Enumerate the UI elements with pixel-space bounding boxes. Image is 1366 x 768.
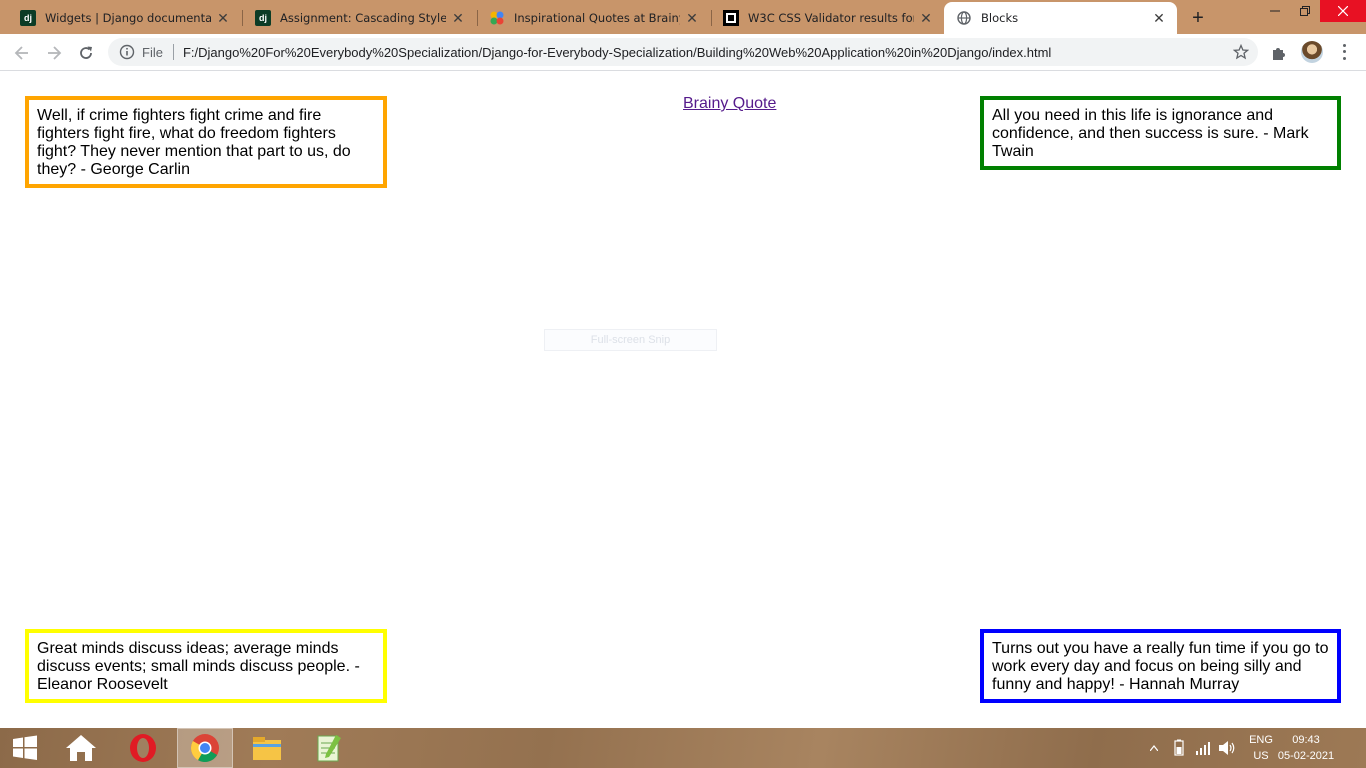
system-clock[interactable]: 09:43 05-02-2021 <box>1276 732 1336 764</box>
globe-icon <box>956 10 972 26</box>
tab-title: Inspirational Quotes at BrainyQuote <box>514 11 680 25</box>
close-icon[interactable]: ✕ <box>450 10 466 26</box>
bookmark-star-icon[interactable] <box>1232 43 1250 61</box>
tab-w3c-validator[interactable]: W3C CSS Validator results for blocks ✕ <box>711 2 944 34</box>
tab-blocks[interactable]: Blocks ✕ <box>944 2 1177 34</box>
w3c-icon <box>723 10 739 26</box>
snip-overlay-label: Full-screen Snip <box>544 329 717 351</box>
quote-block-bottom-right: Turns out you have a really fun time if … <box>980 629 1341 703</box>
region-code: US <box>1253 750 1269 762</box>
taskbar-home[interactable] <box>53 728 109 768</box>
forward-button[interactable] <box>41 40 67 66</box>
back-button[interactable] <box>9 40 35 66</box>
django-icon: dj <box>255 10 271 26</box>
brainyquote-icon <box>489 10 505 26</box>
close-icon[interactable]: ✕ <box>918 10 934 26</box>
address-bar[interactable]: File F:/Django%20For%20Everybody%20Speci… <box>108 38 1258 66</box>
close-icon[interactable]: ✕ <box>215 10 231 26</box>
chrome-icon <box>191 734 219 762</box>
address-divider <box>172 44 174 60</box>
tab-assignment-css[interactable]: dj Assignment: Cascading Style Sheets ✕ <box>243 2 476 34</box>
windows-start-icon <box>13 735 37 760</box>
forward-arrow-icon <box>48 46 62 60</box>
close-window-button[interactable] <box>1320 0 1366 22</box>
taskbar-notepad-plus-plus[interactable] <box>301 728 357 768</box>
restore-icon <box>1300 6 1310 16</box>
quote-block-top-left: Well, if crime fighters fight crime and … <box>25 96 387 188</box>
network-signal-icon[interactable] <box>1192 728 1214 768</box>
clock-time: 09:43 <box>1292 734 1320 746</box>
tab-title: Assignment: Cascading Style Sheets <box>280 11 446 25</box>
windows-taskbar: ENG US 09:43 05-02-2021 <box>0 728 1366 768</box>
tab-title: Widgets | Django documentation <box>45 11 211 25</box>
input-language-indicator[interactable]: ENG US <box>1246 732 1276 764</box>
django-icon: dj <box>20 10 36 26</box>
file-explorer-icon <box>253 737 281 760</box>
browser-toolbar: File F:/Django%20For%20Everybody%20Speci… <box>0 34 1366 71</box>
notepad-plus-plus-icon <box>317 735 341 762</box>
close-icon[interactable]: ✕ <box>1151 10 1167 26</box>
opera-icon <box>130 734 156 762</box>
quote-block-bottom-left: Great minds discuss ideas; average minds… <box>25 629 387 703</box>
extensions-puzzle-icon[interactable] <box>1270 44 1288 62</box>
taskbar-opera[interactable] <box>115 728 171 768</box>
minimize-icon <box>1270 10 1280 12</box>
start-button[interactable] <box>0 728 50 768</box>
chevron-up-icon <box>1150 745 1158 751</box>
url-text[interactable]: F:/Django%20For%20Everybody%20Specializa… <box>183 45 1051 60</box>
clock-date: 05-02-2021 <box>1277 750 1335 762</box>
volume-icon[interactable] <box>1215 728 1239 768</box>
taskbar-file-explorer[interactable] <box>239 728 295 768</box>
profile-avatar[interactable] <box>1301 41 1323 63</box>
browser-menu-icon[interactable] <box>1336 42 1352 62</box>
taskbar-chrome[interactable] <box>177 728 233 768</box>
new-tab-button[interactable]: + <box>1186 6 1210 30</box>
battery-tray-icon[interactable] <box>1168 728 1190 768</box>
tab-title: Blocks <box>981 11 1019 25</box>
tab-title: W3C CSS Validator results for blocks <box>748 11 914 25</box>
tab-strip: dj Widgets | Django documentation ✕ dj A… <box>0 0 1366 34</box>
back-arrow-icon <box>14 46 28 60</box>
page-viewport: Well, if crime fighters fight crime and … <box>0 72 1366 728</box>
brainy-quote-link[interactable]: Brainy Quote <box>683 95 776 113</box>
close-icon[interactable]: ✕ <box>684 10 700 26</box>
minimize-button[interactable] <box>1260 0 1290 22</box>
language-code: ENG <box>1249 734 1273 746</box>
show-hidden-icons[interactable] <box>1148 728 1160 768</box>
close-icon <box>1338 6 1348 16</box>
info-icon[interactable] <box>118 43 136 61</box>
reload-button[interactable] <box>73 40 99 66</box>
restore-button[interactable] <box>1290 0 1320 22</box>
quote-block-top-right: All you need in this life is ignorance a… <box>980 96 1341 170</box>
tab-brainyquote[interactable]: Inspirational Quotes at BrainyQuote ✕ <box>477 2 710 34</box>
home-icon <box>66 735 96 761</box>
url-scheme-label: File <box>142 44 163 60</box>
tab-widgets-django[interactable]: dj Widgets | Django documentation ✕ <box>8 2 241 34</box>
reload-icon <box>80 46 92 59</box>
